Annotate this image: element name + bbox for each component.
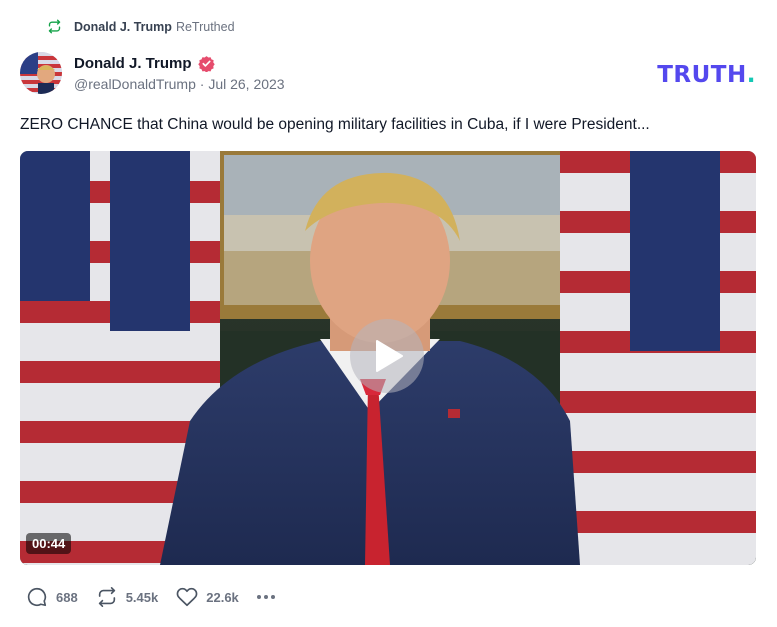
retruth-button[interactable]: 5.45k	[96, 586, 159, 608]
retruth-user-name[interactable]: Donald J. Trump	[74, 20, 172, 34]
avatar[interactable]	[20, 52, 62, 94]
logo-text: TRUTH	[657, 62, 747, 88]
more-icon	[256, 595, 261, 599]
reply-button[interactable]: 688	[26, 586, 78, 608]
retruth-icon	[48, 19, 61, 34]
retruth-label: ReTruthed	[175, 19, 235, 34]
heart-icon	[176, 587, 198, 607]
post-date[interactable]: Jul 26, 2023	[208, 76, 284, 92]
video-player[interactable]: 00:44	[20, 151, 756, 565]
verified-badge-icon	[197, 55, 215, 72]
more-options-button[interactable]	[256, 591, 275, 603]
play-icon	[376, 340, 403, 372]
author-handle[interactable]: @realDonaldTrump	[74, 76, 196, 92]
author-display-name[interactable]: Donald J. Trump	[74, 55, 192, 72]
like-button[interactable]: 22.6k	[176, 586, 239, 608]
logo-dot: .	[746, 62, 756, 88]
video-duration: 00:44	[26, 533, 72, 554]
retruth-icon	[98, 587, 115, 607]
retruth-indicator: Donald J. Trump ReTruthed	[47, 19, 235, 34]
like-count: 22.6k	[206, 589, 239, 605]
truth-logo[interactable]: TRUTH.	[657, 62, 756, 88]
reply-icon	[27, 587, 47, 607]
post-text: ZERO CHANCE that China would be opening …	[20, 116, 650, 133]
action-bar: 688 5.45k 22.6k	[26, 586, 275, 608]
post-header: Donald J. Trump @realDonaldTrump · Jul 2…	[20, 52, 285, 94]
play-button[interactable]	[350, 319, 424, 393]
retruth-count: 5.45k	[125, 589, 159, 605]
meta-separator: ·	[199, 75, 205, 92]
author-meta: @realDonaldTrump · Jul 26, 2023	[74, 76, 285, 92]
reply-count: 688	[56, 589, 78, 605]
